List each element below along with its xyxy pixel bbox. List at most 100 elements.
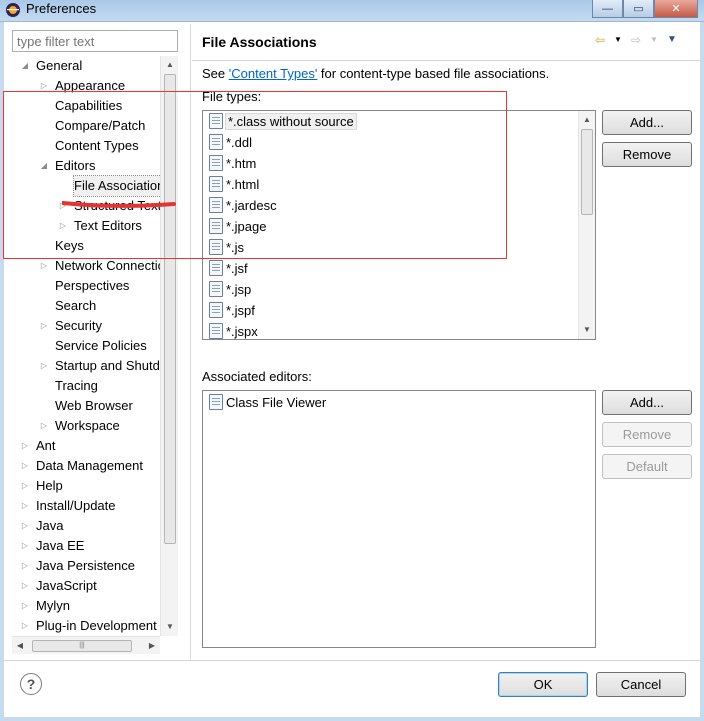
back-menu-icon[interactable]: ▼: [610, 32, 626, 48]
list-item-label: *.jspx: [226, 324, 258, 339]
collapsed-triangle-icon[interactable]: ▷: [20, 556, 30, 576]
expanded-triangle-icon[interactable]: ◢: [20, 56, 30, 76]
collapsed-triangle-icon[interactable]: ▷: [20, 596, 30, 616]
view-menu-icon[interactable]: ▼: [664, 32, 680, 48]
tree-horizontal-scrollbar[interactable]: ◀ ||| ▶: [12, 636, 160, 654]
list-item[interactable]: *.jsp: [209, 279, 251, 300]
collapsed-triangle-icon[interactable]: ▷: [20, 576, 30, 596]
tree-item-label: Compare/Patch: [55, 118, 146, 133]
scroll-thumb[interactable]: [581, 129, 593, 215]
collapsed-triangle-icon[interactable]: ▷: [20, 476, 30, 496]
maximize-button[interactable]: ▭: [623, 0, 654, 18]
tree-item-label: Install/Update: [36, 498, 116, 513]
list-item[interactable]: *.js: [209, 237, 244, 258]
text-file-icon: [209, 260, 223, 276]
default-editor-button[interactable]: Default: [602, 454, 692, 479]
list-item[interactable]: *.jpage: [209, 216, 266, 237]
list-item[interactable]: *.jspx: [209, 321, 258, 339]
close-button[interactable]: ✕: [654, 0, 698, 18]
list-item[interactable]: *.class without source: [209, 111, 357, 132]
tree-item-file-associations[interactable]: File Associations: [12, 175, 172, 197]
ok-button[interactable]: OK: [498, 672, 588, 697]
list-item-label: *.htm: [226, 156, 257, 171]
file-types-list[interactable]: *.class without source *.ddl *.htm *.htm…: [202, 110, 596, 340]
list-item[interactable]: *.html: [209, 174, 259, 195]
remove-editor-button[interactable]: Remove: [602, 422, 692, 447]
list-item[interactable]: *.htm: [209, 153, 256, 174]
forward-menu-icon[interactable]: ▼: [646, 32, 662, 48]
forward-arrow-icon[interactable]: ⇨: [628, 32, 644, 48]
collapsed-triangle-icon[interactable]: ▷: [20, 616, 30, 636]
list-item-label: *.ddl: [226, 135, 253, 150]
text-file-icon: [209, 281, 223, 297]
scroll-down-arrow-icon[interactable]: ▼: [582, 325, 592, 335]
class-file-icon: [209, 113, 223, 129]
back-arrow-icon[interactable]: ⇦: [592, 32, 608, 48]
tree-item-label: Search: [55, 298, 97, 313]
collapsed-triangle-icon[interactable]: ▷: [39, 356, 49, 376]
collapsed-triangle-icon[interactable]: ▷: [20, 516, 30, 536]
java-file-icon: [209, 218, 223, 234]
collapsed-triangle-icon[interactable]: ▷: [39, 416, 49, 436]
tree-item-label: Tracing: [55, 378, 98, 393]
hint-prefix: See: [202, 66, 229, 81]
scroll-up-arrow-icon[interactable]: ▲: [582, 115, 592, 125]
scroll-up-arrow-icon[interactable]: ▲: [165, 60, 175, 70]
list-item-label: *.jardesc: [226, 198, 277, 213]
collapsed-triangle-icon[interactable]: ▷: [39, 256, 49, 276]
expanded-triangle-icon[interactable]: ◢: [39, 156, 49, 176]
file-types-label: File types:: [202, 89, 262, 104]
footer-separator: [4, 660, 700, 661]
jar-file-icon: [209, 197, 223, 213]
tree-item-label: Plug-in Development: [36, 618, 157, 633]
add-editor-button[interactable]: Add...: [602, 390, 692, 415]
scroll-left-arrow-icon[interactable]: ◀: [15, 641, 25, 651]
tree-vertical-scrollbar[interactable]: ▲ ▼: [160, 56, 178, 636]
file-types-scrollbar[interactable]: ▲ ▼: [578, 111, 595, 339]
remove-file-type-button[interactable]: Remove: [602, 142, 692, 167]
tree-item-label: Web Browser: [55, 398, 133, 413]
collapsed-triangle-icon[interactable]: ▷: [58, 216, 68, 236]
add-file-type-button[interactable]: Add...: [602, 110, 692, 135]
page-title: File Associations: [202, 34, 317, 50]
tree-item-label: Keys: [55, 238, 84, 253]
collapsed-triangle-icon[interactable]: ▷: [39, 316, 49, 336]
preference-tree: ◢ General ▷ Appearance Capabilities Comp…: [12, 56, 178, 636]
list-item-label: *.class without source: [225, 113, 357, 130]
associated-editors-list[interactable]: Class File Viewer: [202, 390, 596, 648]
scroll-thumb[interactable]: |||: [32, 640, 132, 652]
tree-item-label: Data Management: [36, 458, 143, 473]
help-icon[interactable]: ?: [20, 673, 42, 695]
window-title: Preferences: [26, 1, 97, 16]
collapsed-triangle-icon[interactable]: ▷: [20, 456, 30, 476]
list-item-label: *.jsp: [226, 282, 252, 297]
tree-item-label: Java: [36, 518, 64, 533]
minimize-button[interactable]: —: [592, 0, 623, 18]
collapsed-triangle-icon[interactable]: ▷: [58, 196, 68, 216]
title-separator: [192, 60, 700, 61]
list-item[interactable]: *.jsf: [209, 258, 248, 279]
collapsed-triangle-icon[interactable]: ▷: [39, 76, 49, 96]
scroll-thumb[interactable]: [164, 74, 176, 544]
list-item[interactable]: Class File Viewer: [209, 392, 326, 413]
collapsed-triangle-icon[interactable]: ▷: [20, 536, 30, 556]
tree-item-label: Ant: [36, 438, 56, 453]
content-types-link[interactable]: 'Content Types': [229, 66, 318, 81]
ddl-file-icon: [209, 134, 223, 150]
eclipse-app-icon: [6, 3, 20, 17]
class-file-icon: [209, 394, 223, 410]
collapsed-triangle-icon[interactable]: ▷: [20, 496, 30, 516]
list-item[interactable]: *.ddl: [209, 132, 252, 153]
cancel-button[interactable]: Cancel: [596, 672, 686, 697]
filter-input[interactable]: [12, 30, 178, 52]
associated-editors-label: Associated editors:: [202, 369, 312, 384]
list-item[interactable]: *.jardesc: [209, 195, 277, 216]
pane-divider[interactable]: [190, 24, 191, 660]
scroll-right-arrow-icon[interactable]: ▶: [147, 641, 157, 651]
tree-item-label: Perspectives: [55, 278, 130, 293]
scroll-down-arrow-icon[interactable]: ▼: [165, 622, 175, 632]
list-item[interactable]: *.jspf: [209, 300, 255, 321]
javascript-file-icon: [209, 239, 223, 255]
list-item-label: *.jpage: [226, 219, 267, 234]
collapsed-triangle-icon[interactable]: ▷: [20, 436, 30, 456]
